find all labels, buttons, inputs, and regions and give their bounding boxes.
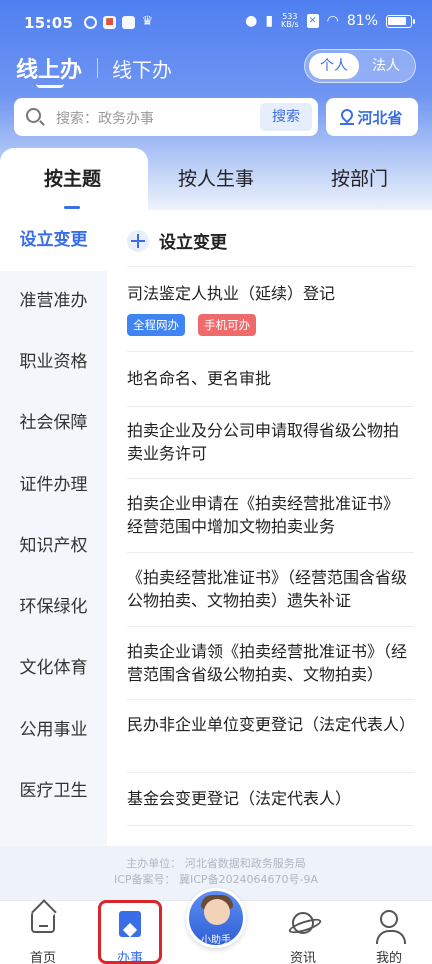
location-icon: ● xyxy=(245,13,258,29)
item-tags: 全程网办 手机可办 xyxy=(127,314,264,336)
footer-icp: ICP备案号： 冀ICP备2024064670号-9A xyxy=(113,873,319,886)
section-title: 设立变更 xyxy=(159,233,227,253)
footer-host: 主办单位： 河北省数据和政务服务局 xyxy=(126,857,306,870)
nfc-icon: ✕ xyxy=(306,14,319,28)
nav-home[interactable]: 首页 xyxy=(8,901,78,964)
category-tabs: 按主题 按人生事 按部门 xyxy=(0,148,432,210)
sidebar-item-business-permit[interactable]: 准营准办 xyxy=(0,271,107,332)
service-list: 设立变更 司法鉴定人执业（延续）登记 全程网办 手机可办 地名命名、更名审批 拍… xyxy=(107,210,432,846)
persona-switch: 个人 法人 xyxy=(304,49,416,83)
mode-divider xyxy=(97,58,98,78)
tag-mobile: 手机可办 xyxy=(198,314,257,336)
nav-home-label: 首页 xyxy=(29,951,56,964)
main-body: 设立变更 准营准办 职业资格 社会保障 证件办理 知识产权 环保绿化 文化体育 … xyxy=(0,210,432,846)
app-notification-icon: ■ xyxy=(103,16,116,29)
tab-by-life-event[interactable]: 按人生事 xyxy=(145,148,287,210)
user-icon xyxy=(376,910,406,944)
status-bar: 15:05 ■ ♛ ● ▮ 533 KB/s ✕ ◠ 81% xyxy=(0,0,432,46)
list-item[interactable]: 拍卖企业及分公司申请取得省级公物拍卖业务许可 xyxy=(127,419,414,465)
planet-icon xyxy=(292,912,314,934)
divider xyxy=(127,699,414,700)
nav-news[interactable]: 资讯 xyxy=(268,901,338,964)
list-item[interactable]: 拍卖企业请领《拍卖经营批准证书》（经营范围含省级公物拍卖、文物拍卖） xyxy=(127,640,414,686)
nav-me-label: 我的 xyxy=(375,951,402,964)
search-box[interactable]: 搜索：政务办事 搜索 xyxy=(14,98,318,136)
divider xyxy=(127,406,414,407)
active-tab-indicator xyxy=(64,206,80,209)
mode-online-indicator xyxy=(36,84,64,88)
sidebar-item-establish-change[interactable]: 设立变更 xyxy=(0,210,107,271)
sync-icon xyxy=(84,16,97,29)
nav-me[interactable]: 我的 xyxy=(354,901,424,964)
search-icon xyxy=(26,108,41,123)
list-item[interactable]: 拍卖企业申请在《拍卖经营批准证书》经营范围中增加文物拍卖业务 xyxy=(127,492,414,538)
mode-bar: 线上办 线下办 个人 法人 xyxy=(0,46,432,92)
divider xyxy=(127,825,414,826)
crown-icon: ♛ xyxy=(141,14,154,29)
sidebar-item-environment[interactable]: 环保绿化 xyxy=(0,577,107,638)
sidebar-item-intellectual-property[interactable]: 知识产权 xyxy=(0,516,107,577)
search-button[interactable]: 搜索 xyxy=(260,103,312,131)
mail-icon xyxy=(122,16,135,29)
location-pin-icon xyxy=(340,109,355,125)
sidebar-item-public-utilities[interactable]: 公用事业 xyxy=(0,700,107,761)
persona-legal-option[interactable]: 法人 xyxy=(361,53,411,79)
sidebar-item-culture-sports[interactable]: 文化体育 xyxy=(0,638,107,699)
divider xyxy=(127,266,414,267)
status-time: 15:05 xyxy=(24,14,74,32)
assistant-label: 小助手 xyxy=(201,935,231,946)
divider xyxy=(127,626,414,627)
tab-by-theme[interactable]: 按主题 xyxy=(0,148,145,210)
sidebar-item-healthcare[interactable]: 医疗卫生 xyxy=(0,761,107,822)
net-speed: 533 KB/s xyxy=(281,13,299,29)
wifi-icon: ◠ xyxy=(326,13,339,29)
divider xyxy=(127,552,414,553)
persona-individual-option[interactable]: 个人 xyxy=(309,53,359,79)
sidebar-item-qualification[interactable]: 职业资格 xyxy=(0,332,107,393)
sidebar-item-certificates[interactable]: 证件办理 xyxy=(0,455,107,516)
divider xyxy=(127,351,414,352)
tab-by-department[interactable]: 按部门 xyxy=(287,148,432,210)
divider xyxy=(127,478,414,479)
notification-icons: ■ ♛ xyxy=(84,14,154,29)
highlight-box xyxy=(98,900,162,964)
battery-percent: 81% xyxy=(346,13,378,29)
nav-news-label: 资讯 xyxy=(289,951,316,964)
region-selector[interactable]: 河北省 xyxy=(326,98,418,136)
assistant-button[interactable]: 小助手 xyxy=(186,888,246,948)
home-icon xyxy=(31,911,55,933)
category-icon xyxy=(127,229,149,252)
divider xyxy=(127,772,414,773)
assistant-avatar-icon xyxy=(204,899,230,925)
section-header: 设立变更 xyxy=(127,228,227,253)
vibrate-icon: ▮ xyxy=(265,13,274,29)
theme-sidebar: 设立变更 准营准办 职业资格 社会保障 证件办理 知识产权 环保绿化 文化体育 … xyxy=(0,210,107,846)
list-item[interactable]: 基金会变更登记（法定代表人） xyxy=(127,787,414,810)
search-placeholder[interactable]: 搜索：政务办事 xyxy=(56,108,154,128)
list-item[interactable]: 民办非企业单位变更登记（法定代表人） xyxy=(127,713,415,736)
sidebar-item-social-security[interactable]: 社会保障 xyxy=(0,393,107,454)
mode-offline-tab[interactable]: 线下办 xyxy=(112,54,172,83)
list-item[interactable]: 地名命名、更名审批 xyxy=(127,367,414,390)
list-item[interactable]: 《拍卖经营批准证书》（经营范围含省级公物拍卖、文物拍卖）遗失补证 xyxy=(127,566,414,612)
net-speed-unit: KB/s xyxy=(281,20,299,29)
region-label: 河北省 xyxy=(357,108,403,127)
mode-online-tab[interactable]: 线上办 xyxy=(16,52,82,84)
tag-full-online: 全程网办 xyxy=(127,314,185,336)
list-item[interactable]: 司法鉴定人执业（延续）登记 xyxy=(127,282,414,305)
battery-icon xyxy=(386,14,415,28)
